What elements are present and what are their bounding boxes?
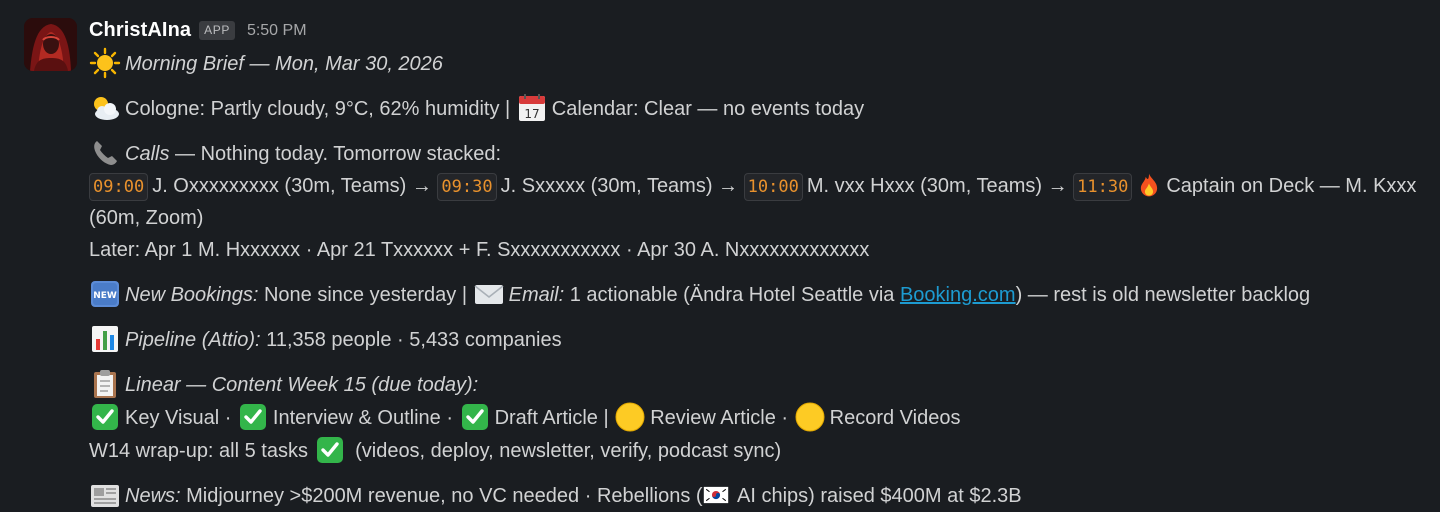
newspaper-icon xyxy=(89,479,121,511)
news-label: News: xyxy=(125,485,181,507)
email-text-a: 1 actionable (Ändra Hotel Seattle via xyxy=(564,284,900,306)
bookings-label: New Bookings: xyxy=(125,284,259,306)
task-label-4: Review Article xyxy=(650,407,776,429)
booking-link[interactable]: Booking.com xyxy=(900,284,1016,306)
author-name[interactable]: ChristAIna xyxy=(89,19,191,42)
tasks-line: Key Visual · Interview & Outline · Draft… xyxy=(89,401,1434,434)
wrapup-line: W14 wrap-up: all 5 tasks (videos, deploy… xyxy=(89,434,1434,467)
task-label-1: Key Visual xyxy=(125,407,220,429)
bookings-text: None since yesterday | xyxy=(258,284,473,306)
message-content: ChristAIna APP 5:50 PM Morning Brief — M… xyxy=(89,14,1434,512)
pipeline-label: Pipeline (Attio): xyxy=(125,329,261,351)
wrapup-text-b: (videos, deploy, newsletter, verify, pod… xyxy=(349,440,782,462)
check-mark-button-icon xyxy=(459,401,491,433)
call-time-4: 11:30 xyxy=(1073,173,1133,201)
task-label-3: Draft Article xyxy=(494,407,598,429)
task-sep-3: | xyxy=(597,407,615,429)
calls-line: Calls — Nothing today. Tomorrow stacked: xyxy=(89,137,1434,170)
news-text-b: AI chips) raised $400M at $2.3B xyxy=(732,485,1022,507)
yellow-circle-icon xyxy=(614,401,646,433)
task-sep-2: · xyxy=(440,407,459,429)
south-korea-flag-icon xyxy=(703,482,729,508)
call-text-1: J. Oxxxxxxxxx (30m, Teams) → xyxy=(152,175,438,197)
check-mark-button-icon xyxy=(314,434,346,466)
weather-line: Cologne: Partly cloudy, 9°C, 62% humidit… xyxy=(89,92,1434,125)
app-badge: APP xyxy=(199,21,235,40)
svg-text:17: 17 xyxy=(524,107,539,121)
sun-icon xyxy=(89,47,121,79)
yellow-circle-icon xyxy=(794,401,826,433)
pipeline-line: Pipeline (Attio): 11,358 people · 5,433 … xyxy=(89,323,1434,356)
calls-schedule: 09:00 J. Oxxxxxxxxx (30m, Teams) → 09:30 J… xyxy=(89,170,1434,234)
fire-icon xyxy=(1136,172,1162,198)
brief-title-line: Morning Brief — Mon, Mar 30, 2026 xyxy=(89,47,1434,80)
news-text-a: Midjourney >$200M revenue, no VC needed … xyxy=(180,485,703,507)
email-text-b: ) — rest is old newsletter backlog xyxy=(1015,284,1311,306)
task-sep-1: · xyxy=(219,407,237,429)
linear-label: Linear — Content Week 15 (due today): xyxy=(125,374,479,396)
later-line: Later: Apr 1 M. Hxxxxxx · Apr 21 Txxxxxx… xyxy=(89,234,1434,266)
envelope-icon xyxy=(473,278,505,310)
call-text-3: M. vxx Hxxx (30m, Teams) → xyxy=(806,175,1074,197)
bookings-line: NEW New Bookings: None since yesterday |… xyxy=(89,278,1434,311)
avatar[interactable] xyxy=(24,18,77,71)
weather-text: Cologne: Partly cloudy, 9°C, 62% humidit… xyxy=(125,98,516,120)
svg-text:NEW: NEW xyxy=(93,291,117,301)
clipboard-icon xyxy=(89,368,121,400)
calls-label: Calls xyxy=(125,143,170,165)
call-time-3: 10:00 xyxy=(743,173,803,201)
check-mark-button-icon xyxy=(237,401,269,433)
call-text-2: J. Sxxxxx (30m, Teams) → xyxy=(500,175,744,197)
task-label-5: Record Videos xyxy=(829,407,961,429)
call-time-1: 09:00 xyxy=(89,173,149,201)
calls-text: — Nothing today. Tomorrow stacked: xyxy=(169,143,502,165)
message: ChristAIna APP 5:50 PM Morning Brief — M… xyxy=(0,0,1440,512)
brief-title: Morning Brief — Mon, Mar 30, 2026 xyxy=(125,53,443,75)
bar-chart-icon xyxy=(89,323,121,355)
timestamp[interactable]: 5:50 PM xyxy=(247,22,307,40)
pipeline-text: 11,358 people · 5,433 companies xyxy=(260,329,562,351)
sun-behind-cloud-icon xyxy=(89,92,121,124)
task-label-2: Interview & Outline xyxy=(272,407,441,429)
email-label: Email: xyxy=(508,284,565,306)
calendar-text: Calendar: Clear — no events today xyxy=(551,98,865,120)
check-mark-button-icon xyxy=(89,401,121,433)
later-text: Later: Apr 1 M. Hxxxxxx · Apr 21 Txxxxxx… xyxy=(89,239,870,261)
linear-line: Linear — Content Week 15 (due today): xyxy=(89,368,1434,401)
task-sep-4: · xyxy=(775,407,794,429)
telephone-icon xyxy=(89,137,121,169)
wrapup-text-a: W14 wrap-up: all 5 tasks xyxy=(89,440,314,462)
news-line: News: Midjourney >$200M revenue, no VC n… xyxy=(89,479,1434,512)
calendar-icon: 17 xyxy=(516,92,548,124)
call-time-2: 09:30 xyxy=(437,173,497,201)
message-header: ChristAIna APP 5:50 PM xyxy=(89,14,1434,47)
new-badge-icon: NEW xyxy=(89,278,121,310)
